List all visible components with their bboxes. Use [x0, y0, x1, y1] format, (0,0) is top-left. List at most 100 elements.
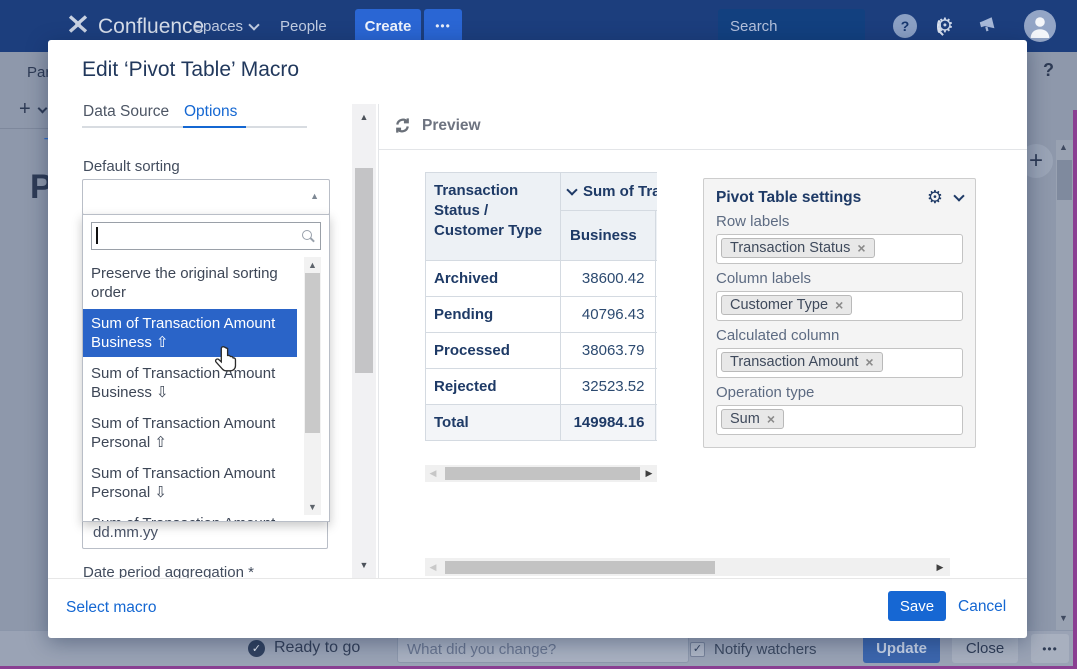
preview-hscrollbar-thumb[interactable] — [445, 561, 715, 574]
notifications-button[interactable] — [977, 15, 999, 42]
dropdown-option[interactable]: Sum of Transaction Amount Personal ⇩ — [83, 459, 297, 507]
dropdown-scrollbar-thumb[interactable] — [305, 273, 320, 433]
dialog-footer: Select macro Save Cancel — [48, 578, 1027, 638]
scroll-left-icon[interactable]: ◀ — [425, 468, 441, 479]
help-button[interactable]: ? — [893, 14, 917, 38]
dropdown-scrollbar[interactable]: ▲ ▼ — [304, 257, 321, 515]
default-sorting-select[interactable]: ▲ — [82, 179, 330, 215]
preview-title: Preview — [422, 117, 481, 135]
dropdown-search-field[interactable] — [91, 222, 321, 250]
scroll-up-icon[interactable]: ▲ — [352, 112, 376, 122]
chevron-down-icon[interactable] — [953, 190, 964, 201]
column-header-business: Business — [561, 211, 656, 261]
dropdown-option[interactable]: Preserve the original sorting order — [83, 259, 297, 307]
page-scrollbar-thumb[interactable] — [1057, 160, 1072, 200]
chevron-down-icon — [248, 19, 259, 30]
create-button[interactable]: Create — [355, 9, 421, 43]
table-group-header[interactable]: Sum of Transaction Amount — [561, 173, 658, 211]
select-macro-link[interactable]: Select macro — [66, 599, 156, 617]
collapse-arrow-icon: ▲ — [310, 191, 319, 201]
plus-icon: + — [19, 98, 31, 121]
chip-sum[interactable]: Sum × — [721, 409, 784, 429]
scroll-up-icon[interactable]: ▲ — [304, 260, 321, 270]
options-panel-scrollbar-thumb[interactable] — [355, 168, 373, 373]
footer-more-button[interactable]: ••• — [1031, 634, 1069, 663]
save-button[interactable]: Save — [888, 591, 946, 621]
person-icon — [1024, 10, 1056, 42]
help-icon: ? — [901, 18, 910, 34]
ready-status: ✓ Ready to go — [248, 639, 360, 657]
operation-type-label: Operation type — [716, 384, 963, 401]
scroll-down-icon[interactable]: ▼ — [352, 560, 376, 570]
pivot-settings-panel: Pivot Table settings ⚙ Row labels Transa… — [703, 178, 976, 448]
tab-active-underline — [183, 126, 246, 128]
create-more-button[interactable]: ••• — [424, 9, 462, 43]
table-hscrollbar[interactable]: ◀ ▶ — [425, 465, 657, 482]
options-panel-scrollbar[interactable]: ▲ ▼ — [352, 104, 376, 578]
remove-icon[interactable]: × — [835, 297, 843, 313]
cancel-button[interactable]: Cancel — [958, 598, 1006, 616]
pivot-table: Transaction Status / Customer Type Sum o… — [425, 172, 657, 441]
check-circle-icon: ✓ — [248, 640, 265, 657]
global-search[interactable] — [718, 9, 865, 43]
tab-options[interactable]: Options — [184, 103, 237, 121]
user-avatar[interactable] — [1024, 10, 1056, 42]
calculated-column-label: Calculated column — [716, 327, 963, 344]
edit-macro-dialog: Edit ‘Pivot Table’ Macro Data Source Opt… — [48, 40, 1027, 637]
scroll-up-icon[interactable]: ▲ — [1059, 142, 1068, 152]
chip-transaction-amount[interactable]: Transaction Amount × — [721, 352, 883, 372]
table-row: Pending 40796.43 — [426, 297, 658, 333]
editor-help-button[interactable]: ? — [1043, 60, 1054, 81]
remove-icon[interactable]: × — [767, 411, 775, 427]
row-labels-field[interactable]: Transaction Status × — [716, 234, 963, 264]
scroll-down-icon[interactable]: ▼ — [304, 502, 321, 512]
scroll-left-icon[interactable]: ◀ — [425, 562, 441, 573]
chip-customer-type[interactable]: Customer Type × — [721, 295, 852, 315]
notify-watchers[interactable]: ✓ Notify watchers — [690, 641, 817, 658]
column-labels-label: Column labels — [716, 270, 963, 287]
column-header-personal: Personal — [655, 211, 657, 261]
calculated-column-field[interactable]: Transaction Amount × — [716, 348, 963, 378]
chevron-down-icon — [37, 103, 47, 113]
dropdown-option-list: Preserve the original sorting order Sum … — [83, 257, 297, 522]
text-caret — [96, 227, 98, 244]
nav-people[interactable]: People — [280, 18, 327, 35]
preview-divider — [379, 149, 1027, 150]
plus-icon: + — [1029, 147, 1043, 175]
table-total-row: Total 149984.16 1 — [426, 405, 658, 441]
scroll-right-icon[interactable]: ▶ — [641, 468, 657, 479]
preview-hscrollbar[interactable]: ◀ ▶ — [425, 558, 950, 576]
dropdown-option[interactable]: Sum of Transaction Amount — [83, 509, 297, 522]
sorting-dropdown-panel: Preserve the original sorting order Sum … — [82, 214, 330, 522]
operation-type-field[interactable]: Sum × — [716, 405, 963, 435]
table-hscrollbar-thumb[interactable] — [445, 467, 640, 480]
screen: Confluence Spaces People Create ••• ? ⚙ — [0, 0, 1077, 669]
mouse-cursor-hand — [213, 345, 240, 376]
update-button[interactable]: Update — [863, 634, 940, 663]
admin-settings-button[interactable]: ⚙ — [936, 14, 954, 38]
dropdown-option-selected[interactable]: Sum of Transaction Amount Business ⇧ — [83, 309, 297, 357]
table-corner-header: Transaction Status / Customer Type — [426, 173, 561, 261]
dropdown-option[interactable]: Sum of Transaction Amount Personal ⇧ — [83, 409, 297, 457]
column-labels-field[interactable]: Customer Type × — [716, 291, 963, 321]
chip-transaction-status[interactable]: Transaction Status × — [721, 238, 875, 258]
table-row: Archived 38600.42 — [426, 261, 658, 297]
nav-spaces[interactable]: Spaces — [193, 18, 258, 35]
scroll-down-icon[interactable]: ▼ — [1059, 613, 1068, 623]
editor-border-right — [1073, 110, 1077, 666]
tab-data-source[interactable]: Data Source — [83, 103, 169, 121]
dropdown-option[interactable]: Sum of Transaction Amount Business ⇩ — [83, 359, 297, 407]
toolbar-insert-button[interactable]: + — [19, 98, 46, 121]
close-button[interactable]: Close — [952, 634, 1018, 663]
confluence-brand[interactable]: Confluence — [66, 12, 204, 42]
scroll-right-icon[interactable]: ▶ — [932, 562, 948, 573]
brand-text: Confluence — [98, 15, 204, 39]
page-scrollbar[interactable]: ▲ ▼ — [1056, 140, 1073, 630]
preview-header: Preview — [393, 116, 481, 135]
gear-icon[interactable]: ⚙ — [927, 187, 943, 208]
remove-icon[interactable]: × — [865, 354, 873, 370]
remove-icon[interactable]: × — [857, 240, 865, 256]
refresh-icon[interactable] — [393, 116, 412, 135]
checkbox-checked-icon[interactable]: ✓ — [690, 642, 705, 657]
version-comment-input[interactable] — [397, 636, 689, 663]
